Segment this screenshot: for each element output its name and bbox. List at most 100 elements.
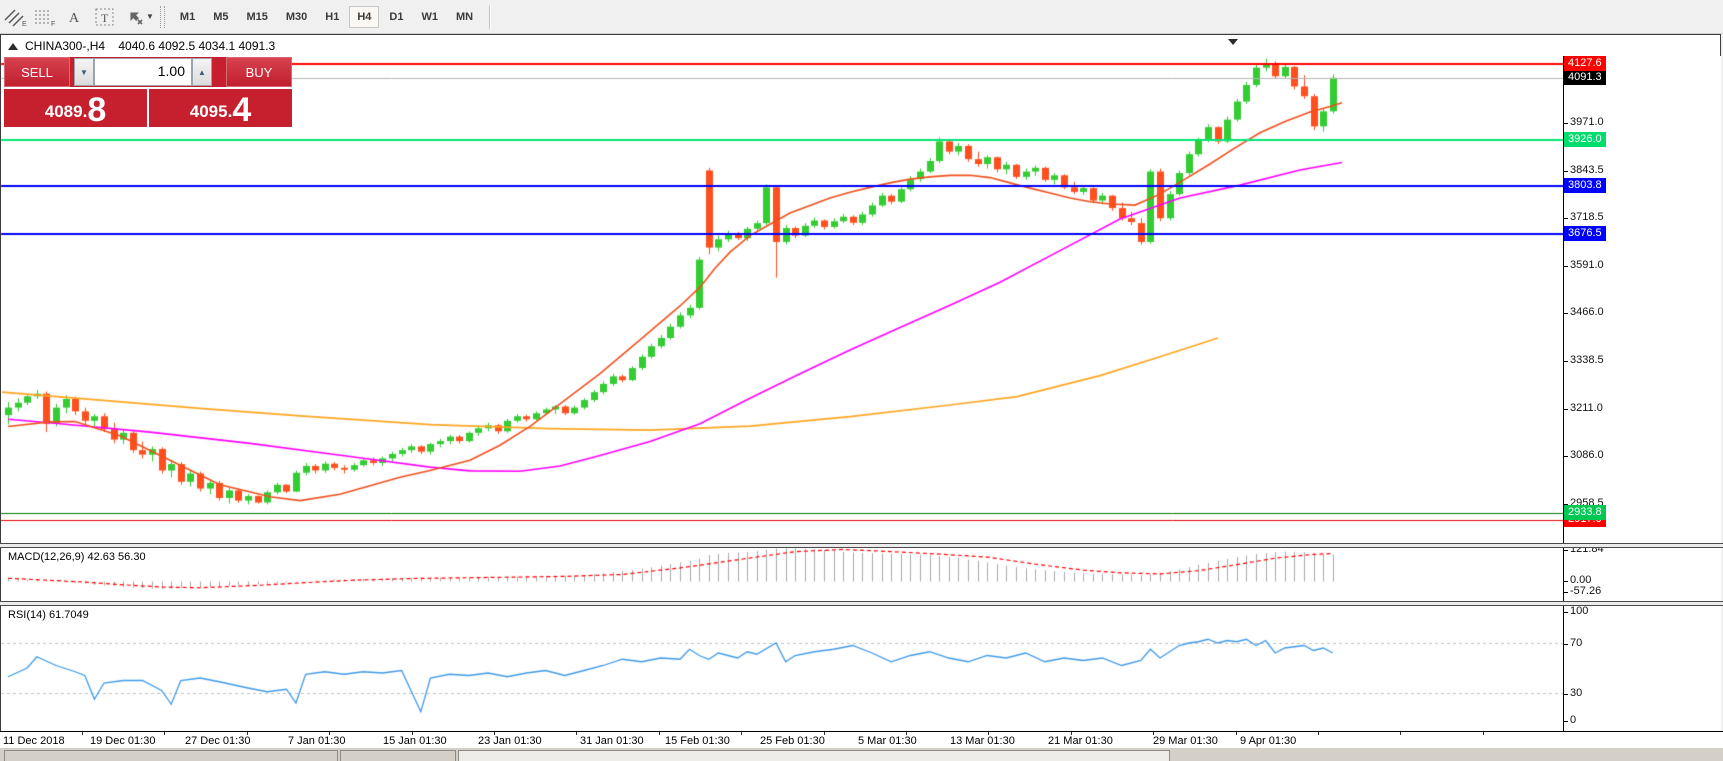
- level-price-badge: 3803.8: [1564, 177, 1606, 193]
- time-tick-label: 7 Jan 01:30: [288, 735, 346, 747]
- time-tick: [659, 732, 660, 735]
- bottom-tab[interactable]: [458, 750, 1170, 761]
- timeframe-m1[interactable]: M1: [172, 6, 203, 28]
- time-tick: [1483, 732, 1484, 735]
- bottom-tab-bar: [0, 748, 1723, 761]
- time-tick-label: 9 Apr 01:30: [1240, 735, 1297, 747]
- one-click-trade-panel: SELL ▼ 1.00 ▲ BUY 4089. 8 4095. 4: [4, 57, 292, 127]
- time-tick-label: 11 Dec 2018: [3, 735, 65, 747]
- chart-title: CHINA300-,H4 4040.6 4092.5 4034.1 4091.3: [8, 39, 275, 53]
- toolbar: E F A T ▼ M1 M5 M15 M30 H1 H4 D1 W1 MN: [0, 0, 1723, 34]
- rsi-label: RSI(14) 61.7049: [8, 609, 89, 621]
- price-tick-label: 3718.5: [1564, 211, 1604, 224]
- sell-button[interactable]: SELL: [4, 57, 70, 87]
- price-tick-label: 3971.0: [1564, 116, 1604, 128]
- bottom-tab[interactable]: [340, 750, 456, 761]
- trade-panel-top-row: SELL ▼ 1.00 ▲ BUY: [4, 57, 292, 87]
- time-tick: [1236, 732, 1237, 735]
- level-price-badge: 4127.6: [1564, 56, 1606, 72]
- arrows-dropdown-icon[interactable]: ▼: [146, 12, 154, 21]
- bottom-tab[interactable]: [4, 750, 338, 761]
- buy-price-big-digit: 4: [232, 91, 252, 129]
- timeframe-m15[interactable]: M15: [238, 6, 275, 28]
- price-tick-label: 3211.0: [1564, 402, 1603, 415]
- macd-axis-label: -57.26: [1563, 585, 1602, 597]
- trade-panel-price-row: 4089. 8 4095. 4: [4, 89, 292, 127]
- level-price-badge: 3926.0: [1564, 131, 1606, 147]
- volume-increase-button[interactable]: ▲: [192, 58, 212, 86]
- macd-label: MACD(12,26,9) 42.63 56.30: [8, 551, 146, 563]
- rsi-axis-label: 70: [1563, 637, 1583, 649]
- panel-spacer: [212, 57, 226, 87]
- time-tick: [576, 732, 577, 735]
- time-tick: [906, 732, 907, 735]
- level-price-badge: 3676.5: [1564, 225, 1606, 241]
- ohlc-values: 4040.6 4092.5 4034.1 4091.3: [118, 39, 276, 53]
- rsi-axis-label: 30: [1563, 687, 1583, 699]
- text-tool-icon[interactable]: A: [60, 4, 90, 30]
- timeframe-h4[interactable]: H4: [349, 5, 380, 28]
- price-axis: 3971.0 3843.5 3718.5 3591.0 3466.0 3338.5 3211…: [1563, 56, 1721, 747]
- timeframe-h1[interactable]: H1: [317, 6, 347, 28]
- price-tick-label: 3086.0: [1564, 449, 1604, 462]
- toolbar-tools: EFA T: [0, 4, 150, 30]
- symbol-name: CHINA300-,H4: [25, 39, 106, 53]
- time-tick-label: 25 Feb 01:30: [760, 735, 825, 747]
- time-tick-label: 19 Dec 01:30: [90, 735, 156, 747]
- time-tick: [164, 732, 165, 735]
- volume-decrease-button[interactable]: ▼: [74, 58, 94, 86]
- time-tick: [82, 732, 83, 735]
- time-tick: [329, 732, 330, 735]
- time-tick-label: 27 Dec 01:30: [185, 735, 251, 747]
- time-tick-label: 31 Jan 01:30: [580, 735, 644, 747]
- time-tick: [824, 732, 825, 735]
- pane-divider[interactable]: [0, 601, 1723, 606]
- time-axis: 11 Dec 2018 19 Dec 01:30 27 Dec 01:30 7 Jan…: [0, 731, 1723, 748]
- pane-divider[interactable]: [0, 543, 1723, 548]
- time-tick: [1153, 732, 1154, 735]
- toolbar-grip[interactable]: [159, 5, 165, 28]
- timeframe-mn[interactable]: MN: [448, 6, 481, 28]
- textbox-tool-icon[interactable]: T: [90, 4, 120, 30]
- timeframe-m5[interactable]: M5: [205, 6, 236, 28]
- time-tick-label: 5 Mar 01:30: [858, 735, 917, 747]
- sell-price[interactable]: 4089. 8: [4, 89, 147, 127]
- time-tick: [1400, 732, 1401, 735]
- time-tick-label: 29 Mar 01:30: [1153, 735, 1218, 747]
- fibonacci-tool-icon[interactable]: F: [30, 4, 60, 30]
- rsi-axis-label: 0: [1563, 714, 1577, 726]
- symbol-marker-icon: [8, 43, 18, 50]
- svg-text:A: A: [69, 11, 80, 26]
- time-tick: [988, 732, 989, 735]
- price-tick-label: 3466.0: [1564, 306, 1604, 319]
- price-tick-label: 3338.5: [1564, 354, 1604, 367]
- buy-button[interactable]: BUY: [226, 57, 292, 87]
- svg-text:E: E: [22, 21, 27, 27]
- time-tick-label: 13 Mar 01:30: [950, 735, 1015, 747]
- time-tick: [494, 732, 495, 735]
- time-tick-label: 15 Jan 01:30: [383, 735, 447, 747]
- time-tick: [412, 732, 413, 735]
- toolbar-separator: [489, 4, 491, 29]
- svg-text:T: T: [101, 11, 109, 25]
- timeframe-d1[interactable]: D1: [381, 6, 411, 28]
- time-tick: [247, 732, 248, 735]
- volume-input[interactable]: 1.00: [94, 58, 192, 86]
- time-tick: [1071, 732, 1072, 735]
- scroll-to-end-marker[interactable]: [1228, 39, 1238, 45]
- current-price-badge: 4091.3: [1564, 69, 1606, 85]
- time-tick-label: 15 Feb 01:30: [665, 735, 730, 747]
- timeframe-m30[interactable]: M30: [278, 6, 315, 28]
- level-price-badge: 2933.8: [1564, 505, 1606, 521]
- price-tick-label: 3843.5: [1564, 164, 1604, 176]
- timeframe-group: M1 M5 M15 M30 H1 H4 D1 W1 MN: [171, 5, 482, 28]
- price-tick-label: 3591.0: [1564, 259, 1604, 272]
- trendlines-tool-icon[interactable]: E: [0, 4, 30, 30]
- time-tick-label: 21 Mar 01:30: [1048, 735, 1113, 747]
- buy-price[interactable]: 4095. 4: [149, 89, 292, 127]
- time-tick: [741, 732, 742, 735]
- time-tick: [1318, 732, 1319, 735]
- sell-price-main: 4089.: [44, 102, 88, 121]
- timeframe-w1[interactable]: W1: [413, 6, 446, 28]
- sell-price-big-digit: 8: [87, 91, 107, 129]
